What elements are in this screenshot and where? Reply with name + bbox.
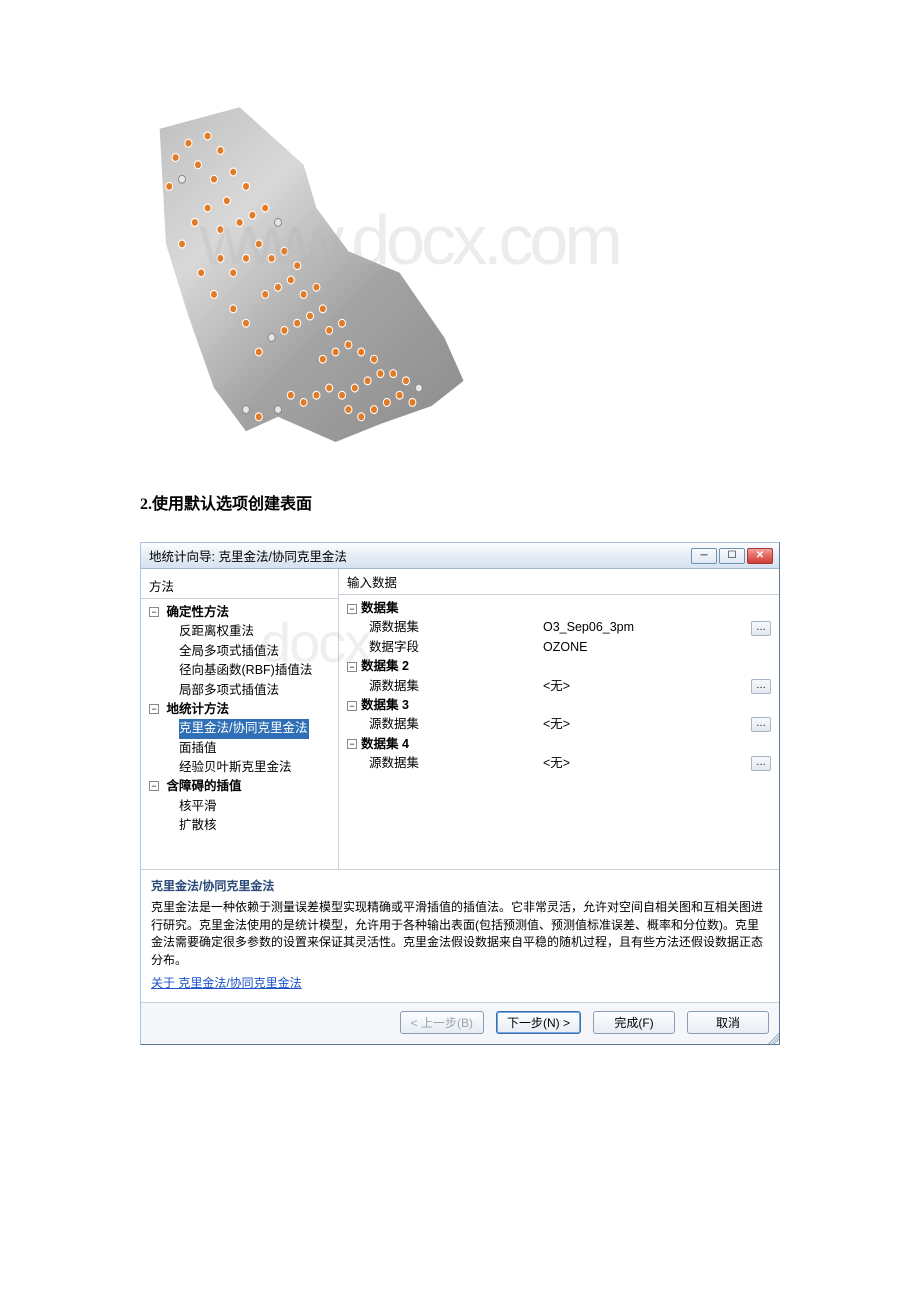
prop-label: 源数据集 (369, 677, 543, 696)
browse-button[interactable]: … (751, 621, 771, 636)
geostatistical-wizard-dialog: 地统计向导: 克里金法/协同克里金法 ─ ☐ ✕ 方法 − 确定性方法 反距离权… (140, 542, 780, 1045)
input-data-pane: 输入数据 − 数据集 源数据集 O3_Sep06_3pm … 数据字段 OZON… (339, 569, 779, 869)
tree-item[interactable]: 反距离权重法 (149, 622, 334, 641)
dataset2-group: 数据集 2 (361, 657, 409, 676)
collapse-icon[interactable]: − (347, 662, 357, 672)
methods-header: 方法 (141, 573, 338, 599)
tree-group-geostatistical[interactable]: 地统计方法 (166, 702, 229, 716)
source-dataset-value[interactable]: <无> (543, 677, 751, 696)
tree-item[interactable]: 全局多项式插值法 (149, 642, 334, 661)
browse-button[interactable]: … (751, 679, 771, 694)
collapse-icon[interactable]: − (347, 701, 357, 711)
tree-group-deterministic[interactable]: 确定性方法 (166, 605, 229, 619)
collapse-icon[interactable]: − (149, 704, 159, 714)
minimize-button[interactable]: ─ (691, 548, 717, 564)
tree-group-barriers[interactable]: 含障碍的插值 (166, 779, 241, 793)
source-dataset-value[interactable]: O3_Sep06_3pm (543, 618, 751, 637)
back-button: < 上一步(B) (400, 1011, 484, 1034)
source-dataset-value[interactable]: <无> (543, 715, 751, 734)
description-title: 克里金法/协同克里金法 (151, 878, 769, 895)
maximize-button[interactable]: ☐ (719, 548, 745, 564)
prop-label: 源数据集 (369, 754, 543, 773)
collapse-icon[interactable]: − (149, 781, 159, 791)
close-button[interactable]: ✕ (747, 548, 773, 564)
source-dataset-value[interactable]: <无> (543, 754, 751, 773)
dialog-title: 地统计向导: 克里金法/协同克里金法 (149, 546, 689, 565)
wizard-button-bar: < 上一步(B) 下一步(N) > 完成(F) 取消 (141, 1002, 779, 1044)
collapse-icon[interactable]: − (347, 604, 357, 614)
section-title: 2.使用默认选项创建表面 (140, 490, 780, 514)
collapse-icon[interactable]: − (347, 739, 357, 749)
cancel-button[interactable]: 取消 (687, 1011, 769, 1034)
tree-item[interactable]: 面插值 (149, 739, 334, 758)
california-map-image (150, 100, 470, 460)
tree-item[interactable]: 经验贝叶斯克里金法 (149, 758, 334, 777)
browse-button[interactable]: … (751, 717, 771, 732)
tree-item[interactable]: 扩散核 (149, 816, 334, 835)
dataset4-group: 数据集 4 (361, 735, 409, 754)
finish-button[interactable]: 完成(F) (593, 1011, 675, 1034)
dataset1-group: 数据集 (361, 599, 399, 618)
prop-label: 源数据集 (369, 618, 543, 637)
resize-grip-icon[interactable] (765, 1030, 779, 1044)
property-grid: − 数据集 源数据集 O3_Sep06_3pm … 数据字段 OZONE − (339, 595, 779, 781)
prop-label: 源数据集 (369, 715, 543, 734)
methods-tree[interactable]: − 确定性方法 反距离权重法 全局多项式插值法 径向基函数(RBF)插值法 局部… (141, 599, 338, 840)
about-kriging-link[interactable]: 关于 克里金法/协同克里金法 (151, 975, 302, 992)
prop-label: 数据字段 (369, 638, 543, 657)
tree-item-kriging-selected[interactable]: 克里金法/协同克里金法 (179, 719, 309, 738)
data-field-value[interactable]: OZONE (543, 638, 771, 657)
dataset3-group: 数据集 3 (361, 696, 409, 715)
dialog-titlebar[interactable]: 地统计向导: 克里金法/协同克里金法 ─ ☐ ✕ (141, 543, 779, 569)
input-data-header: 输入数据 (339, 569, 779, 595)
tree-item[interactable]: 径向基函数(RBF)插值法 (149, 661, 334, 680)
tree-item[interactable]: 核平滑 (149, 797, 334, 816)
browse-button[interactable]: … (751, 756, 771, 771)
tree-item[interactable]: 局部多项式插值法 (149, 681, 334, 700)
collapse-icon[interactable]: − (149, 607, 159, 617)
description-panel: 克里金法/协同克里金法 克里金法是一种依赖于测量误差模型实现精确或平滑插值的插值… (141, 869, 779, 1002)
methods-pane: 方法 − 确定性方法 反距离权重法 全局多项式插值法 径向基函数(RBF)插值法… (141, 569, 339, 869)
next-button[interactable]: 下一步(N) > (496, 1011, 581, 1034)
description-body: 克里金法是一种依赖于测量误差模型实现精确或平滑插值的插值法。它非常灵活，允许对空… (151, 899, 769, 969)
